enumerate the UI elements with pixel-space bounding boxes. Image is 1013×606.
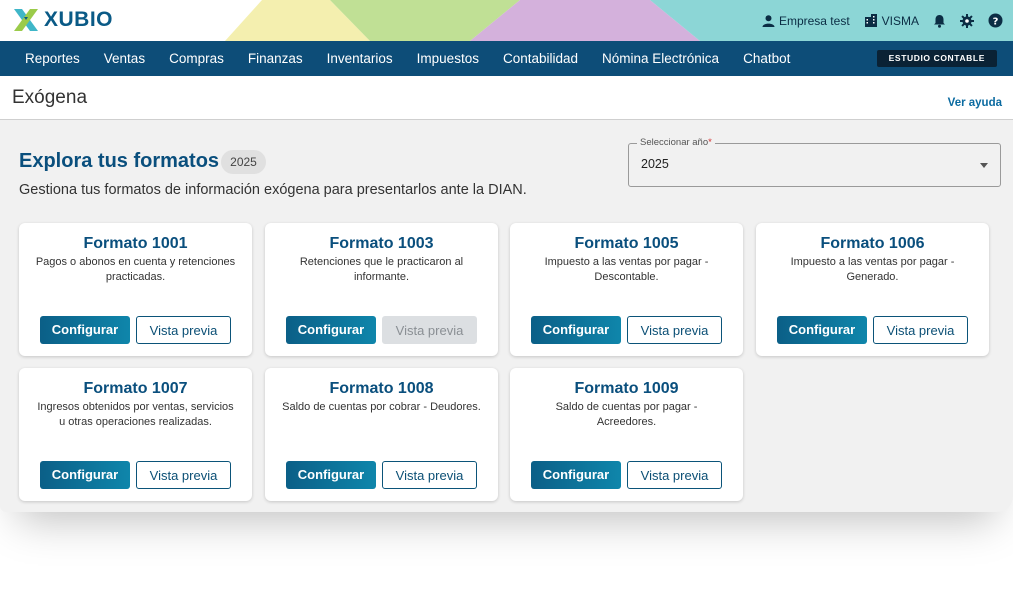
- section-title: Explora tus formatos: [19, 150, 220, 172]
- card-description: Saldo de cuentas por cobrar - Deudores.: [282, 401, 481, 413]
- chevron-down-icon: [980, 163, 988, 168]
- preview-button[interactable]: Vista previa: [873, 316, 968, 344]
- card-description: Impuesto a las ventas por pagar - Genera…: [790, 256, 955, 283]
- user-icon: [762, 14, 775, 27]
- brand-name: XUBIO: [44, 8, 114, 31]
- xubio-logo-icon: [14, 9, 38, 31]
- xubio-logo[interactable]: XUBIO: [12, 7, 113, 33]
- configure-button[interactable]: Configurar: [40, 461, 130, 489]
- configure-button[interactable]: Configurar: [286, 316, 376, 344]
- preview-button-disabled: Vista previa: [382, 316, 477, 344]
- nav-item-chatbot[interactable]: Chatbot: [731, 51, 802, 66]
- format-card-1009: Formato 1009 Saldo de cuentas por pagar …: [510, 368, 743, 501]
- card-title: Formato 1008: [329, 380, 434, 397]
- top-bar: XUBIO Empresa test VISMA ?: [0, 0, 1013, 41]
- partner-menu[interactable]: VISMA: [864, 14, 919, 28]
- page-title: Exógena: [12, 87, 88, 108]
- nav-item-contabilidad[interactable]: Contabilidad: [491, 51, 590, 66]
- preview-button[interactable]: Vista previa: [627, 461, 722, 489]
- required-mark: *: [708, 137, 712, 148]
- gear-icon[interactable]: [960, 13, 974, 28]
- format-card-1005: Formato 1005 Impuesto a las ventas por p…: [510, 223, 743, 356]
- format-card-1001: Formato 1001 Pagos o abonos en cuenta y …: [19, 223, 252, 356]
- card-description: Pagos o abonos en cuenta y retenciones p…: [35, 256, 236, 283]
- format-card-1008: Formato 1008 Saldo de cuentas por cobrar…: [265, 368, 498, 501]
- card-title: Formato 1009: [574, 380, 679, 397]
- help-link[interactable]: Ver ayuda: [948, 97, 1002, 109]
- card-description: Ingresos obtenidos por ventas, servicios…: [37, 401, 234, 428]
- card-title: Formato 1001: [83, 235, 188, 252]
- format-card-1007: Formato 1007 Ingresos obtenidos por vent…: [19, 368, 252, 501]
- nav-item-finanzas[interactable]: Finanzas: [236, 51, 315, 66]
- card-description: Retenciones que le practicaron al inform…: [299, 256, 464, 283]
- partner-name: VISMA: [881, 13, 919, 28]
- nav-item-compras[interactable]: Compras: [157, 51, 236, 66]
- bell-icon[interactable]: [933, 14, 946, 28]
- app-window: XUBIO Empresa test VISMA ? Reportes Vent…: [0, 0, 1013, 512]
- help-icon[interactable]: ?: [988, 13, 1003, 28]
- format-card-1006: Formato 1006 Impuesto a las ventas por p…: [756, 223, 989, 356]
- nav-item-ventas[interactable]: Ventas: [92, 51, 157, 66]
- year-badge: 2025: [221, 150, 266, 174]
- preview-button[interactable]: Vista previa: [382, 461, 477, 489]
- nav-item-impuestos[interactable]: Impuestos: [405, 51, 491, 66]
- format-card-1003: Formato 1003 Retenciones que le practica…: [265, 223, 498, 356]
- nav-item-nomina[interactable]: Nómina Electrónica: [590, 51, 731, 66]
- building-icon: [864, 14, 877, 27]
- preview-button[interactable]: Vista previa: [136, 461, 231, 489]
- configure-button[interactable]: Configurar: [531, 461, 621, 489]
- nav-item-reportes[interactable]: Reportes: [13, 51, 92, 66]
- card-description: Impuesto a las ventas por pagar - Descon…: [544, 256, 709, 283]
- preview-button[interactable]: Vista previa: [136, 316, 231, 344]
- main-nav: Reportes Ventas Compras Finanzas Inventa…: [0, 41, 1013, 76]
- top-right-menu: Empresa test VISMA ?: [762, 0, 1003, 41]
- page-header: Exógena Ver ayuda: [0, 76, 1013, 120]
- svg-text:?: ?: [993, 16, 999, 27]
- company-menu[interactable]: Empresa test: [762, 14, 850, 28]
- configure-button[interactable]: Configurar: [531, 316, 621, 344]
- configure-button[interactable]: Configurar: [40, 316, 130, 344]
- section-subtitle: Gestiona tus formatos de información exó…: [19, 182, 527, 198]
- card-title: Formato 1007: [83, 380, 188, 397]
- configure-button[interactable]: Configurar: [777, 316, 867, 344]
- year-select-value: 2025: [641, 157, 669, 171]
- card-title: Formato 1005: [574, 235, 679, 252]
- card-title: Formato 1006: [820, 235, 925, 252]
- card-description: Saldo de cuentas por pagar - Acreedores.: [555, 401, 698, 428]
- year-select[interactable]: Seleccionar año* 2025: [628, 137, 1001, 187]
- nav-item-inventarios[interactable]: Inventarios: [315, 51, 405, 66]
- year-select-label: Seleccionar año*: [637, 137, 715, 148]
- card-title: Formato 1003: [329, 235, 434, 252]
- company-name: Empresa test: [778, 13, 850, 28]
- configure-button[interactable]: Configurar: [286, 461, 376, 489]
- studio-button[interactable]: ESTUDIO CONTABLE: [876, 50, 997, 67]
- nav-items: Reportes Ventas Compras Finanzas Inventa…: [13, 41, 802, 76]
- preview-button[interactable]: Vista previa: [627, 316, 722, 344]
